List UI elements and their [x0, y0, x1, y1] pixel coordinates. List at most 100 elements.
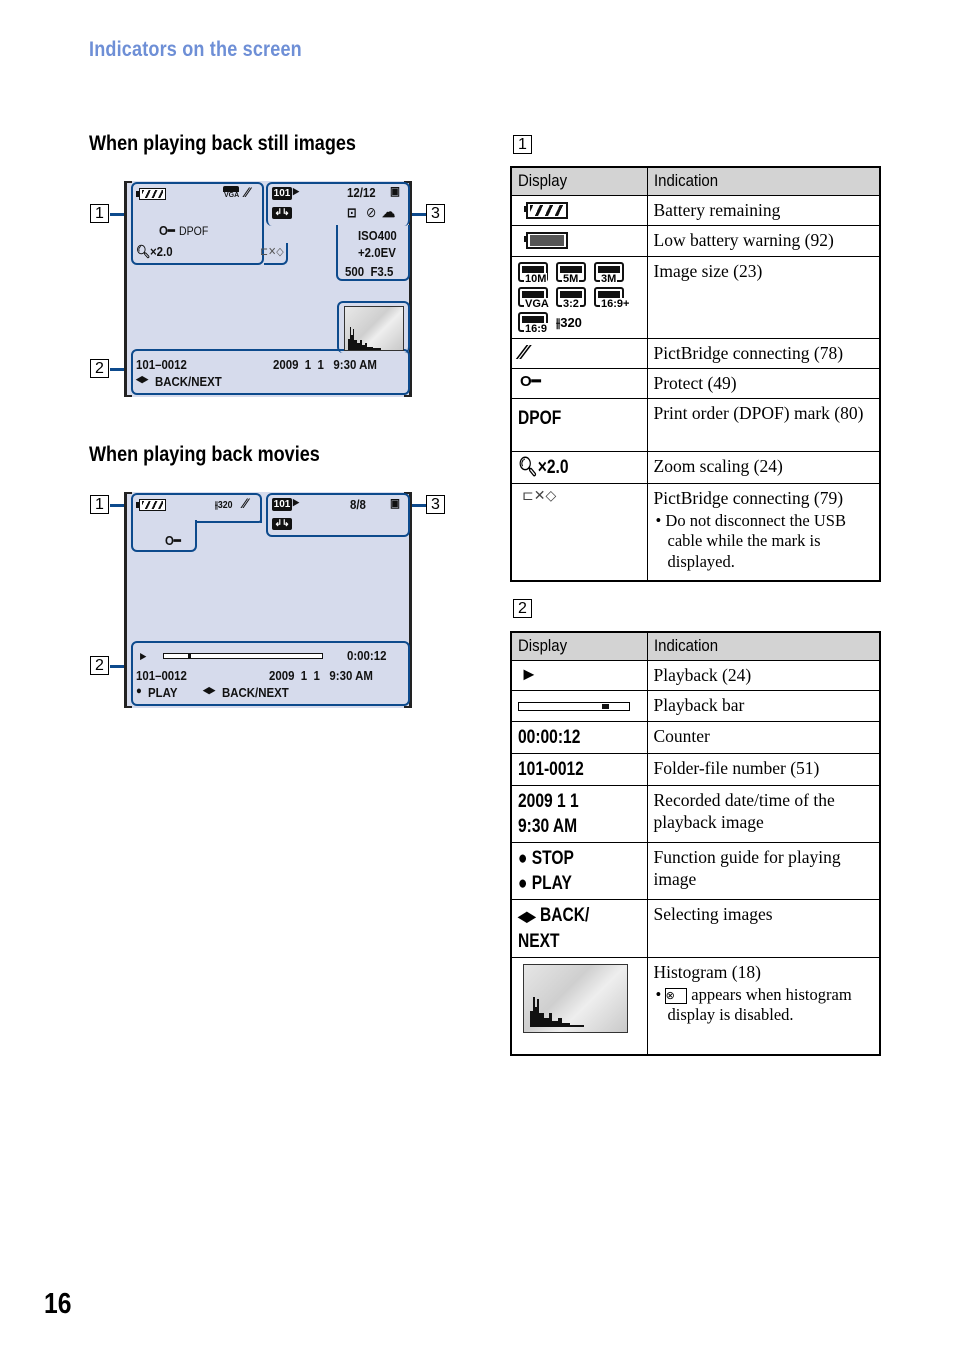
- table-row: Battery remaining: [510, 194, 881, 226]
- movies-heading: When playing back movies: [89, 443, 320, 466]
- table-row: Low battery warning (92): [510, 224, 881, 257]
- histogram-thumbnail: [523, 963, 628, 1033]
- protect-key-icon: O━: [520, 372, 541, 390]
- zone-1-lower: [131, 520, 197, 552]
- table-row: Histogram (18) • ⊗ appears when histogram …: [510, 956, 881, 1056]
- dpof-mark: DPOF: [518, 407, 562, 429]
- table-row: 00:00:12 Counter: [510, 720, 881, 754]
- playback-bar: [518, 701, 630, 711]
- indicator-table-2: Display Indication ► Playback (24) Playb…: [510, 631, 881, 1056]
- stop-guide: ● STOP: [518, 847, 574, 869]
- column-header-indication: Indication: [646, 166, 881, 196]
- counter-display: 00:00:12: [518, 726, 581, 748]
- table-row: ► Playback (24): [510, 659, 881, 691]
- left-right-arrows-icon: ◀▶: [518, 907, 536, 924]
- image-size-vga-icon: VGA: [518, 286, 550, 310]
- movie-size-icon: ⫲320: [215, 500, 233, 511]
- column-header-display: Display: [510, 166, 648, 196]
- table-row: ● STOP ● PLAY Function guide for playing…: [510, 841, 881, 900]
- play-icon: ►: [138, 649, 149, 663]
- white-balance-cloudy-icon: ☁: [382, 204, 396, 221]
- table-row: Playback bar: [510, 689, 881, 722]
- low-battery-icon: [524, 231, 568, 249]
- image-size-5m-icon: 5M: [556, 261, 586, 285]
- left-right-arrows-icon: ◀▶: [136, 374, 149, 384]
- center-button-icon: ●: [136, 685, 142, 697]
- zoom-scaling-display: 🔍︎×2.0: [518, 456, 569, 478]
- iso-value: ISO400: [358, 228, 397, 243]
- memory-icon: ▣: [390, 184, 400, 198]
- date-time: 2009 1 1 9:30 AM: [269, 668, 373, 683]
- folder-icon: 101: [272, 498, 292, 511]
- page-number: 16: [44, 1288, 72, 1320]
- file-number: 101–0012: [136, 357, 187, 372]
- table-row: ◀▶ BACK/ NEXT Selecting images: [510, 898, 881, 958]
- pictbridge-connecting-icon: ⁄⁄: [243, 495, 248, 511]
- still-images-heading: When playing back still images: [89, 132, 356, 155]
- folder-icon: 101: [272, 187, 292, 200]
- shutter-aperture: 500 F3.5: [345, 264, 394, 279]
- column-header-indication: Indication: [646, 631, 881, 661]
- recording-folder-icon: ↲↳: [272, 518, 292, 530]
- back-next-guide: BACK/NEXT: [155, 374, 222, 389]
- table-row: 101-0012 Folder-file number (51): [510, 752, 881, 786]
- zoom-icon: 🔍︎: [136, 244, 151, 259]
- column-header-display: Display: [510, 631, 648, 661]
- image-count: 12/12: [347, 185, 376, 200]
- image-size-3m-icon: 3M: [594, 261, 624, 285]
- indication-text: PictBridge connecting (79): [653, 487, 844, 508]
- battery-full-icon: [136, 188, 166, 200]
- protect-key-icon: O━: [165, 533, 181, 548]
- magnifier-icon: 🔍︎: [518, 456, 538, 478]
- image-size-10m-icon: 10M: [518, 261, 548, 285]
- image-size-16-9-icon: 16:9: [518, 311, 549, 335]
- protect-key-icon: O━: [159, 223, 175, 238]
- progress-thumb: [601, 703, 609, 709]
- metering-spot-icon: ⊡: [347, 205, 357, 220]
- note: • ⊗ appears when histogram display is disa…: [655, 984, 852, 1025]
- image-size-icon: VGA: [223, 186, 241, 199]
- table-1-label: 1: [513, 135, 532, 154]
- zoom-scaling: ×2.0: [150, 244, 173, 259]
- table-row: 🔍︎×2.0 Zoom scaling (24): [510, 450, 881, 484]
- folder-file-display: 101-0012: [518, 758, 584, 780]
- back-next-guide: BACK/NEXT: [222, 685, 289, 700]
- time-display: 9:30 AM: [518, 815, 578, 837]
- folder-arrow-icon: ▶: [293, 497, 300, 507]
- playback-counter: 0:00:12: [347, 648, 387, 663]
- recording-folder-icon: ↲↳: [272, 207, 292, 219]
- callout-2: 2: [90, 359, 109, 378]
- table-row: ⊏✕◇ PictBridge connecting (79) • Do not …: [510, 482, 881, 582]
- center-button-icon: ●: [518, 847, 528, 869]
- date-time: 2009 1 1 9:30 AM: [273, 357, 377, 372]
- date-display: 2009 1 1: [518, 790, 579, 812]
- image-size-icons: 10M 5M 3M VGA 3:2 16:9+ 16:9 ⫲320: [518, 260, 641, 335]
- note: • Do not disconnect the USB cable while …: [655, 510, 846, 571]
- playback-progress-bar[interactable]: [163, 653, 323, 659]
- image-size-16-9-plus-icon: 16:9+: [594, 286, 631, 310]
- battery-full-icon: [136, 499, 166, 511]
- file-number: 101–0012: [136, 668, 187, 683]
- indicator-table-1: Display Indication Battery remaining Low…: [510, 166, 881, 582]
- section-title: Indicators on the screen: [89, 38, 302, 61]
- indication-text: Histogram (18): [653, 961, 761, 982]
- image-size-3-2-icon: 3:2: [556, 286, 586, 310]
- callout-3: 3: [426, 495, 445, 514]
- left-right-arrows-icon: ◀▶: [203, 685, 216, 695]
- histogram-disabled-icon: ⊗: [665, 987, 688, 1004]
- memory-icon: ▣: [390, 496, 400, 510]
- play-guide: ● PLAY: [518, 872, 572, 894]
- table-row: DPOF Print order (DPOF) mark (80): [510, 397, 881, 452]
- center-button-icon: ●: [518, 872, 528, 894]
- usb-pictbridge-icon: ⊏✕◇: [522, 486, 557, 503]
- play-guide: PLAY: [148, 685, 178, 700]
- dpof-mark: DPOF: [179, 224, 209, 238]
- battery-remaining-icon: [524, 201, 568, 219]
- flash-off-icon: ⊘: [366, 204, 377, 220]
- table-2-label: 2: [513, 599, 532, 618]
- progress-thumb[interactable]: [187, 653, 191, 659]
- play-triangle-icon: ►: [520, 663, 538, 684]
- exposure-value: +2.0EV: [358, 245, 396, 260]
- histogram: [344, 306, 404, 351]
- back-next-display: ◀▶ BACK/: [518, 904, 590, 926]
